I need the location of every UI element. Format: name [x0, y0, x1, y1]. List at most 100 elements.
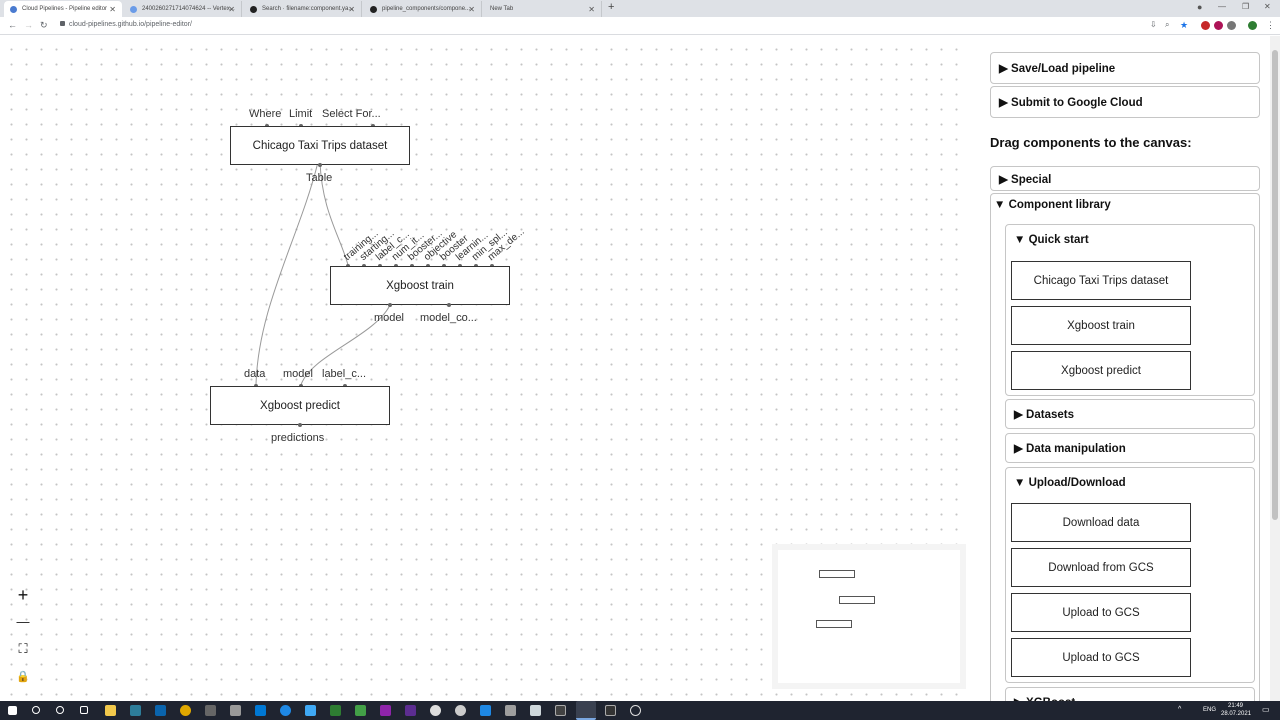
submit-section[interactable]: ▶ Submit to Google Cloud: [990, 86, 1260, 118]
submit-toggle[interactable]: ▶ Submit to Google Cloud: [991, 87, 1259, 117]
mail-icon[interactable]: [155, 705, 166, 716]
app-icon[interactable]: [630, 705, 641, 716]
output-port[interactable]: [318, 163, 322, 167]
tab-pipeline-components[interactable]: pipeline_components/compone... ✕: [364, 1, 482, 17]
save-load-section[interactable]: ▶ Save/Load pipeline: [990, 52, 1260, 84]
close-tab-icon[interactable]: ✕: [109, 5, 116, 14]
datasets-toggle[interactable]: ▶ Datasets: [1006, 400, 1254, 428]
close-tab-icon[interactable]: ✕: [468, 5, 475, 14]
maximize-icon[interactable]: ❐: [1242, 2, 1249, 11]
notification-icon[interactable]: ▭: [1262, 705, 1270, 714]
close-tab-icon[interactable]: ✕: [228, 5, 235, 14]
install-icon[interactable]: ⇩: [1150, 20, 1157, 29]
data-manipulation-section[interactable]: ▶ Data manipulation: [1005, 433, 1255, 463]
visual-studio-icon[interactable]: [405, 705, 416, 716]
xgboost-toggle[interactable]: ▶ XGBoost: [1006, 688, 1254, 701]
tab-github-search[interactable]: Search · filename:component.ya... ✕: [244, 1, 362, 17]
node-chicago-taxi-trips[interactable]: Chicago Taxi Trips dataset: [230, 126, 410, 165]
profile-icon[interactable]: ●: [1197, 2, 1202, 12]
forward-icon[interactable]: →: [24, 20, 33, 30]
component-download-data[interactable]: Download data: [1011, 503, 1191, 542]
app-icon[interactable]: [305, 705, 316, 716]
zoom-in-button[interactable]: +: [11, 583, 35, 607]
port-label-select: Select For...: [322, 108, 381, 120]
scrollbar-thumb[interactable]: [1272, 50, 1278, 520]
tab-vertex[interactable]: 2400260271714074624 -- Vertex... ✕: [124, 1, 242, 17]
extension-icon[interactable]: [1227, 21, 1236, 30]
data-manipulation-toggle[interactable]: ▶ Data manipulation: [1006, 434, 1254, 462]
extension-icon[interactable]: [1201, 21, 1210, 30]
app-icon[interactable]: [530, 705, 541, 716]
node-xgboost-train[interactable]: Xgboost train: [330, 266, 510, 305]
lock-button[interactable]: 🔒: [11, 664, 35, 688]
menu-icon[interactable]: ⋮: [1266, 20, 1275, 31]
output-port[interactable]: [447, 303, 451, 307]
close-window-icon[interactable]: ✕: [1264, 2, 1271, 11]
close-tab-icon[interactable]: ✕: [588, 5, 595, 14]
extension-icon[interactable]: [1214, 21, 1223, 30]
component-upload-to-gcs[interactable]: Upload to GCS: [1011, 593, 1191, 632]
language-indicator[interactable]: ENG: [1203, 707, 1216, 713]
windows-start-icon[interactable]: [8, 706, 17, 715]
fit-view-button[interactable]: ⛶: [11, 637, 35, 661]
url-field[interactable]: cloud-pipelines.github.io/pipeline-edito…: [60, 21, 192, 28]
terminal-icon[interactable]: [555, 705, 566, 716]
minimap[interactable]: [772, 544, 966, 689]
port-label-limit: Limit: [289, 108, 313, 120]
new-tab-button[interactable]: +: [608, 1, 614, 13]
component-xgboost-train[interactable]: Xgboost train: [1011, 306, 1191, 345]
app-icon[interactable]: [605, 705, 616, 716]
app-icon[interactable]: [205, 705, 216, 716]
minimize-icon[interactable]: —: [1218, 2, 1226, 11]
back-icon[interactable]: ←: [8, 20, 17, 30]
zoom-out-button[interactable]: —: [11, 609, 35, 633]
tab-pipeline-editor[interactable]: Cloud Pipelines - Pipeline editor ✕: [4, 1, 122, 17]
file-explorer-icon[interactable]: [105, 705, 116, 716]
reload-icon[interactable]: ↻: [40, 20, 48, 31]
search-icon[interactable]: [32, 706, 40, 714]
app-icon[interactable]: [230, 705, 241, 716]
component-download-from-gcs[interactable]: Download from GCS: [1011, 548, 1191, 587]
component-chicago-taxi-trips[interactable]: Chicago Taxi Trips dataset: [1011, 261, 1191, 300]
app-icon[interactable]: [130, 705, 141, 716]
clock-date[interactable]: 28.07.2021: [1221, 711, 1251, 717]
chrome-active-icon[interactable]: [576, 701, 596, 720]
datasets-section[interactable]: ▶ Datasets: [1005, 399, 1255, 429]
port-label-where: Where: [249, 108, 282, 120]
pipeline-canvas[interactable]: Where Limit Select For... Chicago Taxi T…: [0, 36, 970, 701]
edge-icon[interactable]: [280, 705, 291, 716]
port-label-model-config: model_co...: [420, 312, 477, 324]
app-icon[interactable]: [330, 705, 341, 716]
component-upload-to-gcs-2[interactable]: Upload to GCS: [1011, 638, 1191, 677]
app-icon[interactable]: [355, 705, 366, 716]
cortana-icon[interactable]: [56, 706, 64, 714]
node-xgboost-predict[interactable]: Xgboost predict: [210, 386, 390, 425]
chrome-icon[interactable]: [180, 705, 191, 716]
save-load-toggle[interactable]: ▶ Save/Load pipeline: [991, 53, 1259, 83]
tray-arrow-icon[interactable]: ^: [1178, 706, 1181, 713]
zoom-icon[interactable]: ⌕: [1165, 20, 1169, 30]
github-desktop-icon[interactable]: [430, 705, 441, 716]
close-tab-icon[interactable]: ✕: [348, 5, 355, 14]
tab-new-tab[interactable]: New Tab ✕: [484, 1, 602, 17]
bookmark-star-icon[interactable]: ★: [1180, 20, 1188, 31]
component-library-toggle[interactable]: ▼ Component library: [991, 194, 1259, 216]
component-xgboost-predict[interactable]: Xgboost predict: [1011, 351, 1191, 390]
output-port[interactable]: [388, 303, 392, 307]
upload-download-toggle[interactable]: ▼ Upload/Download: [1006, 468, 1254, 498]
avatar[interactable]: [1248, 21, 1257, 30]
special-toggle[interactable]: ▶ Special: [991, 167, 1259, 190]
vscode-icon[interactable]: [480, 705, 491, 716]
tab-title: Search · filename:component.ya...: [262, 6, 354, 12]
special-section[interactable]: ▶ Special: [990, 166, 1260, 191]
app-icon[interactable]: [455, 705, 466, 716]
quick-start-toggle[interactable]: ▼ Quick start: [1006, 225, 1254, 255]
xgboost-section[interactable]: ▶ XGBoost: [1005, 687, 1255, 701]
app-icon[interactable]: [505, 705, 516, 716]
task-view-icon[interactable]: [80, 706, 88, 714]
clock-time[interactable]: 21:49: [1228, 703, 1243, 709]
output-port[interactable]: [298, 423, 302, 427]
app-icon[interactable]: [255, 705, 266, 716]
onenote-icon[interactable]: [380, 705, 391, 716]
panel-scrollbar[interactable]: [1270, 36, 1280, 701]
